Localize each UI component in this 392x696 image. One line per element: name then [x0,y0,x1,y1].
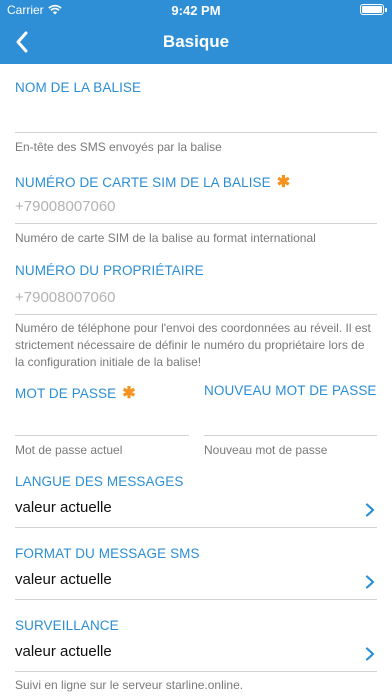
password-underline [15,435,189,436]
monitoring-hint: Suivi en ligne sur le serveur starline.o… [15,678,244,692]
status-bar: Carrier 9:42 PM [0,0,392,20]
owner-number-hint: Numéro de téléphone pour l'envoi des coo… [15,321,371,369]
sms-format-underline [15,599,377,600]
sim-number-underline [15,223,377,224]
beacon-name-hint: En-tête des SMS envoyés par la balise [15,140,222,154]
battery-icon [360,4,387,15]
sim-number-hint: Numéro de carte SIM de la balise au form… [15,231,316,245]
new-password-input[interactable] [204,403,377,435]
monitoring-value: valeur actuelle [15,643,112,660]
message-language-label: LANGUE DES MESSAGES [15,474,184,489]
chevron-right-icon [365,647,375,661]
beacon-name-underline [15,132,377,133]
monitoring-select[interactable]: valeur actuelle [15,638,377,668]
sim-number-input[interactable]: +79008007060 [15,192,377,222]
monitoring-label: SURVEILLANCE [15,618,119,633]
owner-number-underline [15,314,377,315]
message-language-underline [15,527,377,528]
sim-number-placeholder: +79008007060 [15,198,116,215]
sms-format-select[interactable]: valeur actuelle [15,566,377,596]
beacon-name-label: NOM DE LA BALISE [15,80,142,95]
page-title: Basique [162,32,230,51]
password-input[interactable] [15,403,189,435]
sms-format-value: valeur actuelle [15,571,112,588]
message-language-value: valeur actuelle [15,499,112,516]
required-asterisk-icon: ✱ [276,174,291,191]
required-asterisk-icon: ✱ [122,385,136,402]
new-password-underline [204,435,377,436]
sim-number-label: NUMÉRO DE CARTE SIM DE LA BALISE ✱ [15,174,291,191]
clock: 9:42 PM [171,3,221,18]
chevron-right-icon [365,503,375,517]
sms-format-label: FORMAT DU MESSAGE SMS [15,546,200,561]
new-password-hint: Nouveau mot de passe [204,443,328,457]
owner-number-label: NUMÉRO DU PROPRIÉTAIRE [15,263,204,278]
new-password-label: NOUVEAU MOT DE PASSE [204,383,377,398]
owner-number-input[interactable]: +79008007060 [15,283,377,313]
owner-number-placeholder: +79008007060 [15,289,116,306]
beacon-name-input[interactable] [15,100,377,132]
navigation-bar: Basique [0,20,392,64]
monitoring-underline [15,671,377,672]
chevron-right-icon [365,575,375,589]
password-hint: Mot de passe actuel [15,443,123,457]
message-language-select[interactable]: valeur actuelle [15,494,377,524]
password-label: MOT DE PASSE ✱ [15,385,136,402]
